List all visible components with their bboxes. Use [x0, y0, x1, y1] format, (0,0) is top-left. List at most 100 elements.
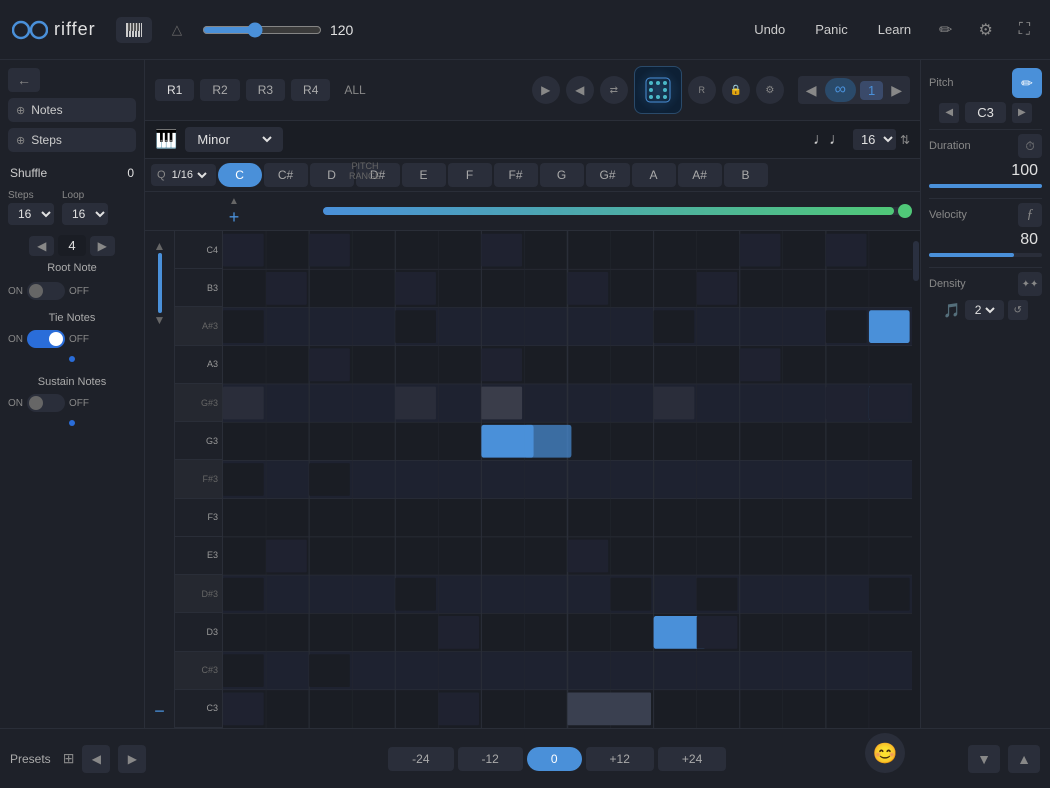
piano-key-c3[interactable]: C3: [175, 690, 222, 728]
note-btn-fsharp[interactable]: F#: [494, 163, 538, 187]
note-btn-a[interactable]: A: [632, 163, 676, 187]
scale-dropdown[interactable]: Minor Major Pentatonic: [193, 131, 275, 148]
pitch-pencil-button[interactable]: ✏: [1012, 68, 1042, 98]
steps-col-label: Steps: [8, 190, 54, 201]
duration-slider[interactable]: [929, 184, 1042, 188]
steps-tab[interactable]: ⊕ Steps: [8, 128, 136, 152]
piano-key-c4[interactable]: C4: [175, 231, 222, 269]
bottom-expand-down[interactable]: ▼: [968, 745, 1000, 773]
vertical-scroll-thumb[interactable]: [158, 253, 162, 313]
semitone-plus24[interactable]: +24: [658, 747, 726, 771]
dice-button[interactable]: [634, 66, 682, 114]
piano-key-e3[interactable]: E3: [175, 537, 222, 575]
pitch-next-button[interactable]: ▶: [1012, 103, 1032, 123]
pitch-range-track[interactable]: [323, 207, 912, 215]
expand-icon-button[interactable]: ⛶: [1011, 17, 1038, 43]
scroll-down-btn[interactable]: ▼: [154, 313, 166, 327]
loop-select[interactable]: 16832: [62, 203, 108, 225]
learn-button[interactable]: Learn: [868, 18, 921, 41]
tempo-slider[interactable]: [202, 22, 322, 38]
undo-button[interactable]: Undo: [744, 18, 795, 41]
transport-forward[interactable]: ▶: [532, 76, 560, 104]
loop-col: Loop 16832: [62, 190, 108, 225]
transport-back[interactable]: ◀: [566, 76, 594, 104]
note-btn-b[interactable]: B: [724, 163, 768, 187]
riff-tab-r2[interactable]: R2: [200, 79, 239, 101]
settings-riff-button[interactable]: ⚙: [756, 76, 784, 104]
note-btn-csharp[interactable]: C#: [264, 163, 308, 187]
lock-button[interactable]: 🔒: [722, 76, 750, 104]
duration-icon-button[interactable]: ⏱: [1018, 134, 1042, 158]
note-btn-c[interactable]: C: [218, 163, 262, 187]
pitch-range-up[interactable]: ▲: [229, 196, 239, 207]
steps-stepper[interactable]: 16832: [8, 203, 54, 225]
piano-key-cs3[interactable]: C#3: [175, 652, 222, 690]
semitone-minus12[interactable]: -12: [458, 747, 523, 771]
root-note-toggle[interactable]: [27, 282, 65, 300]
active-num-prev[interactable]: ◀: [29, 236, 54, 256]
piano-key-d3[interactable]: D3: [175, 613, 222, 651]
right-scroll-bar[interactable]: [912, 231, 920, 728]
back-button[interactable]: ←: [8, 68, 40, 92]
piano-key-gs3[interactable]: G#3: [175, 384, 222, 422]
semitone-minus24[interactable]: -24: [388, 747, 453, 771]
presets-prev-button[interactable]: ◀: [82, 745, 110, 773]
note-btn-asharp[interactable]: A#: [678, 163, 722, 187]
piano-key-b3[interactable]: B3: [175, 269, 222, 307]
semitone-zero[interactable]: 0: [527, 747, 582, 771]
note-btn-g[interactable]: G: [540, 163, 584, 187]
velocity-slider[interactable]: [929, 253, 1042, 257]
density-icon-button[interactable]: ✦✦: [1018, 272, 1042, 296]
note-btn-e[interactable]: E: [402, 163, 446, 187]
right-scroll-thumb[interactable]: [913, 241, 919, 281]
steps-select[interactable]: 16832: [8, 203, 54, 225]
density-select[interactable]: 2 1 3: [971, 302, 998, 318]
pencil-icon-button[interactable]: ✏: [931, 16, 960, 44]
riff-tab-all[interactable]: ALL: [336, 79, 373, 101]
sustain-notes-toggle[interactable]: [27, 394, 65, 412]
piano-key-a3[interactable]: A3: [175, 346, 222, 384]
riff-tab-r3[interactable]: R3: [246, 79, 285, 101]
piano-key-fs3[interactable]: F#3: [175, 460, 222, 498]
piano-key-as3[interactable]: A#3: [175, 307, 222, 345]
velocity-icon-button[interactable]: ƒ: [1018, 203, 1042, 227]
pitch-add-button[interactable]: +: [229, 208, 240, 226]
riff-tab-r4[interactable]: R4: [291, 79, 330, 101]
semitone-plus12[interactable]: +12: [586, 747, 654, 771]
note-btn-f[interactable]: F: [448, 163, 492, 187]
steps-counter-select[interactable]: 16 8 32: [853, 129, 896, 150]
settings-icon-button[interactable]: ⚙: [970, 16, 1000, 44]
scroll-up-btn[interactable]: ▲: [154, 239, 166, 253]
quantize-selector[interactable]: Q 1/16 1/8 1/4: [151, 164, 216, 186]
piano-key-f3[interactable]: F3: [175, 499, 222, 537]
tie-off-label: OFF: [69, 334, 89, 345]
quantize-dropdown[interactable]: 1/16 1/8 1/4: [168, 168, 210, 182]
transport-shuffle[interactable]: ⇄: [600, 76, 628, 104]
reset-button[interactable]: R: [688, 76, 716, 104]
presets-next-button[interactable]: ▶: [118, 745, 146, 773]
piano-key-ds3[interactable]: D#3: [175, 575, 222, 613]
piano-keys: C4 B3 A#3 A3 G#3 G3 F#3 F3 E3 D#3 D3 C#3…: [175, 231, 223, 728]
loop-next-button[interactable]: ▶: [887, 80, 906, 101]
piano-key-g3[interactable]: G3: [175, 422, 222, 460]
pitch-range-fill: [323, 207, 894, 215]
loop-stepper[interactable]: 16832: [62, 203, 108, 225]
panic-button[interactable]: Panic: [805, 18, 858, 41]
riff-tab-r1[interactable]: R1: [155, 79, 194, 101]
tie-notes-toggle[interactable]: [27, 330, 65, 348]
bottom-expand-up[interactable]: ▲: [1008, 745, 1040, 773]
density-stepper[interactable]: 2 1 3: [965, 300, 1004, 320]
piano-view-button[interactable]: [116, 17, 152, 43]
smiley-fab[interactable]: 😊: [865, 733, 905, 773]
density-reset-button[interactable]: ↺: [1008, 300, 1028, 320]
triangle-button[interactable]: △: [162, 16, 192, 44]
loop-prev-button[interactable]: ◀: [802, 80, 821, 101]
pitch-range-handle[interactable]: [898, 204, 912, 218]
scale-selector[interactable]: Minor Major Pentatonic: [185, 127, 283, 152]
notes-tab[interactable]: ⊕ Notes: [8, 98, 136, 122]
pitch-prev-button[interactable]: ◀: [939, 103, 959, 123]
pitch-minus-button[interactable]: −: [154, 702, 165, 720]
note-btn-gsharp[interactable]: G#: [586, 163, 630, 187]
active-num-next[interactable]: ▶: [90, 236, 115, 256]
sustain-dot: [69, 420, 75, 426]
